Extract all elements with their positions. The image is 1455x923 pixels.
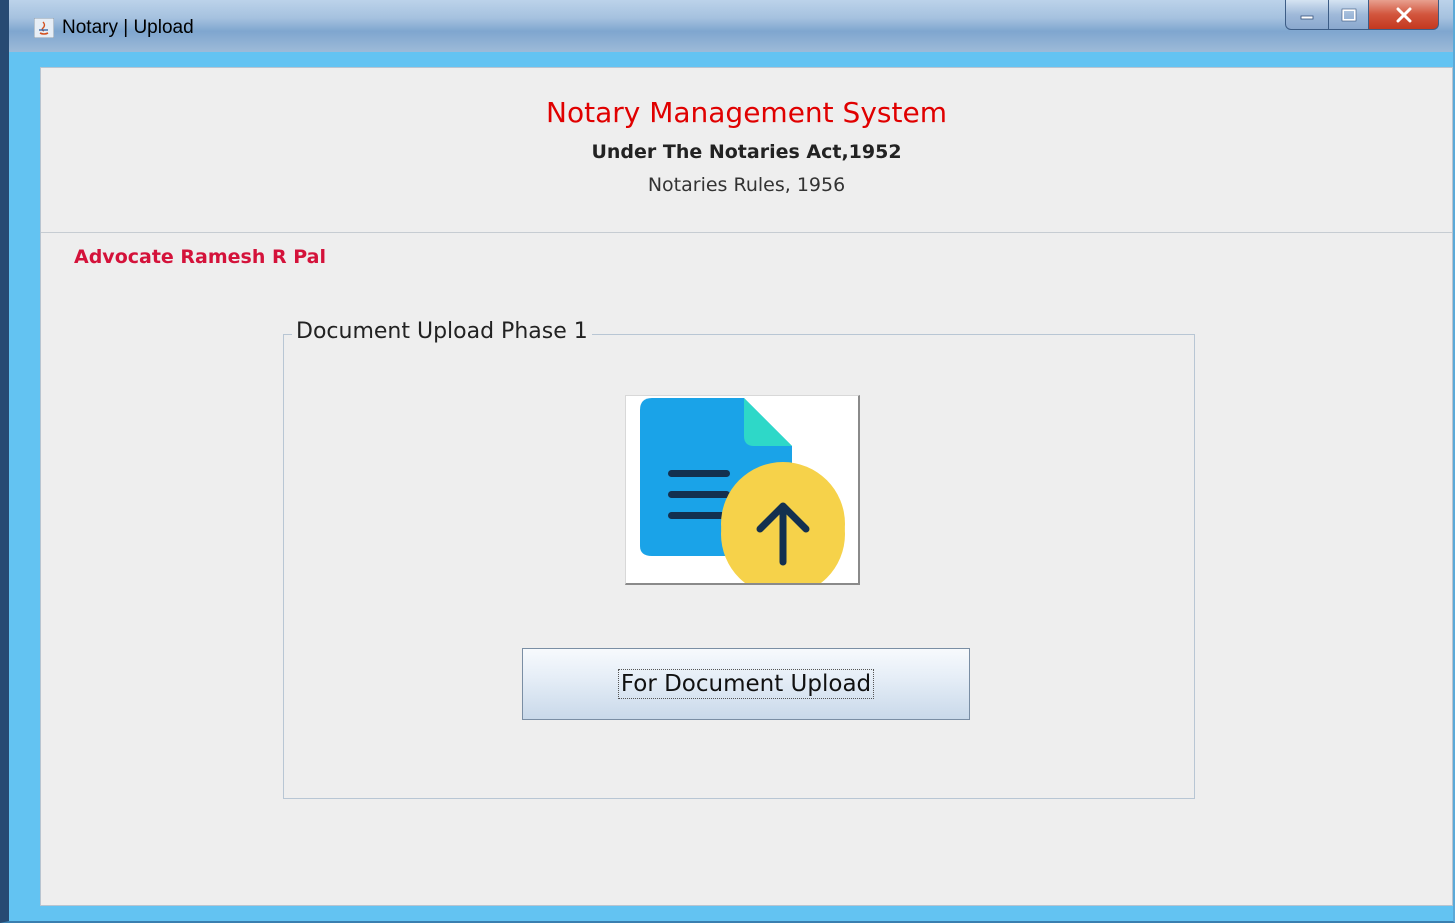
title-bar[interactable]: Notary | Upload <box>9 0 1453 52</box>
minimize-button[interactable] <box>1285 0 1329 30</box>
app-window: Notary | Upload Notary Management System… <box>0 0 1455 923</box>
act-subtitle: Under The Notaries Act,1952 <box>591 141 902 163</box>
document-upload-button-label: For Document Upload <box>617 669 875 699</box>
minimize-icon <box>1300 15 1314 19</box>
app-title: Notary Management System <box>546 96 947 129</box>
window-title: Notary | Upload <box>62 17 194 38</box>
close-button[interactable] <box>1369 0 1439 30</box>
group-title: Document Upload Phase 1 <box>292 319 592 344</box>
window-controls <box>1285 0 1439 30</box>
document-upload-icon <box>640 398 845 596</box>
maximize-button[interactable] <box>1329 0 1369 30</box>
rules-subtitle: Notaries Rules, 1956 <box>647 174 846 196</box>
close-icon <box>1396 7 1411 22</box>
document-upload-image <box>625 395 860 596</box>
header-panel: Notary Management System Under The Notar… <box>41 68 1452 233</box>
document-upload-button[interactable]: For Document Upload <box>522 648 970 720</box>
java-icon <box>34 18 54 38</box>
upload-group-box: Document Upload Phase 1 For Document Upl… <box>283 319 1195 799</box>
maximize-icon <box>1341 8 1356 21</box>
user-name-label: Advocate Ramesh R Pal <box>74 246 326 268</box>
main-content: Notary Management System Under The Notar… <box>40 67 1453 906</box>
